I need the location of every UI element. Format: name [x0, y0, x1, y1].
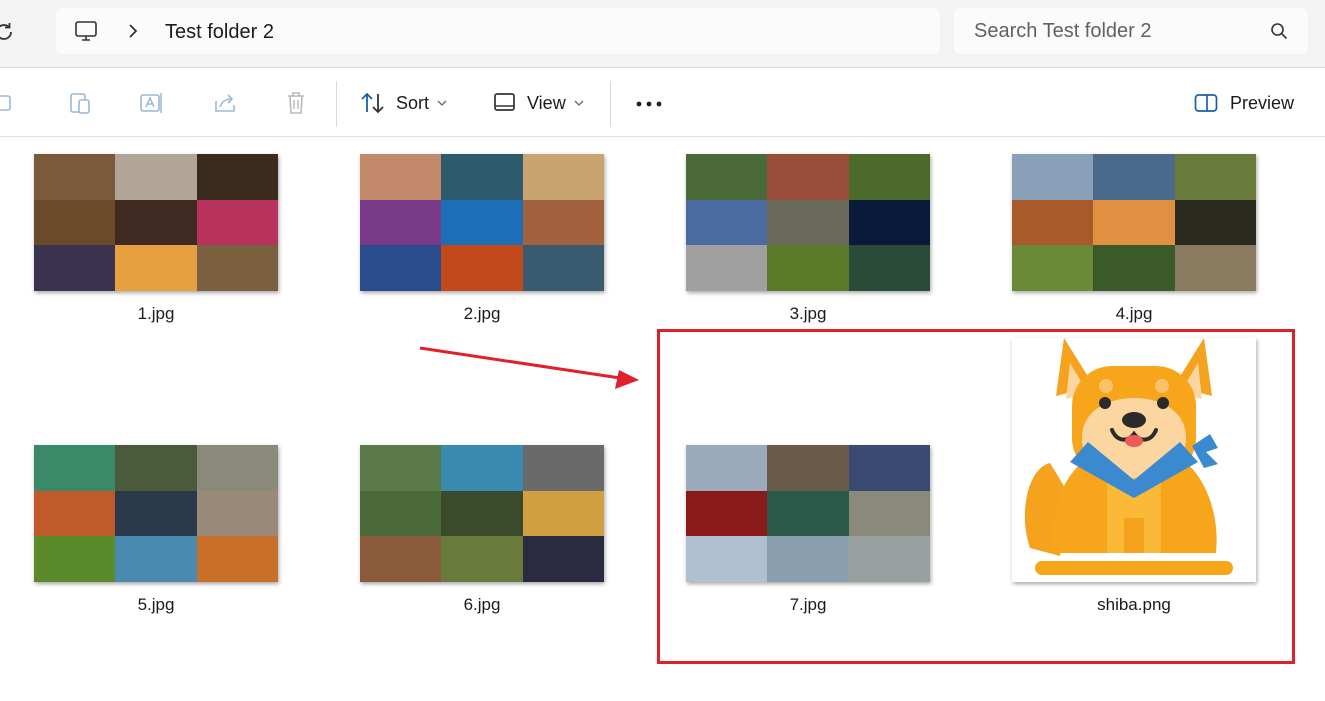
thumbnail-tile	[34, 490, 116, 537]
thumbnail-tile	[115, 154, 197, 200]
toolbar-separator	[336, 81, 337, 127]
thumbnail-tile	[1093, 245, 1175, 291]
file-thumbnail[interactable]	[360, 154, 604, 291]
thumbnail-tile	[34, 199, 116, 246]
view-label: View	[527, 92, 566, 113]
thumbnail-tile	[1174, 154, 1256, 200]
refresh-icon[interactable]	[0, 20, 16, 44]
sort-icon	[361, 92, 384, 114]
file-thumbnail[interactable]	[1012, 154, 1256, 291]
thumbnail-tile	[1174, 245, 1256, 291]
thumbnail-tile	[196, 245, 278, 291]
copy-icon[interactable]	[0, 90, 16, 116]
preview-label: Preview	[1230, 92, 1295, 113]
thumbnail-tile	[360, 154, 442, 200]
more-icon[interactable]	[636, 101, 662, 107]
view-button[interactable]: View	[493, 86, 594, 120]
thumbnail-tile	[441, 445, 523, 491]
thumbnail-tile	[441, 490, 523, 537]
thumbnail-tile	[522, 490, 604, 537]
chevron-right-icon[interactable]	[126, 22, 140, 40]
share-icon[interactable]	[212, 90, 238, 116]
thumbnail-tile	[34, 536, 116, 582]
thumbnail-tile	[115, 536, 197, 582]
thumbnail-tile	[522, 445, 604, 491]
delete-icon[interactable]	[283, 90, 309, 116]
toolbar-separator	[610, 81, 611, 127]
file-name[interactable]: 6.jpg	[360, 595, 604, 615]
breadcrumb-current[interactable]: Test folder 2	[165, 20, 274, 44]
thumbnail-tile	[115, 199, 197, 246]
thumbnail-tile	[34, 154, 116, 200]
preview-button[interactable]: Preview	[1194, 86, 1294, 120]
thumbnail-tile	[115, 445, 197, 491]
thumbnail-tile	[196, 536, 278, 582]
preview-icon	[1194, 94, 1218, 112]
search-icon[interactable]	[1270, 22, 1288, 40]
thumbnail-tile	[522, 154, 604, 200]
thumbnail-tile	[848, 245, 930, 291]
command-bar: Sort View Preview	[0, 68, 1325, 137]
thumbnail-tile	[360, 245, 442, 291]
thumbnail-tile	[522, 245, 604, 291]
thumbnail-tile	[686, 199, 768, 246]
thumbnail-tile	[441, 536, 523, 582]
thumbnail-tile	[115, 490, 197, 537]
file-name[interactable]: 5.jpg	[34, 595, 278, 615]
thumbnail-tile	[686, 245, 768, 291]
file-name[interactable]: 1.jpg	[34, 304, 278, 324]
file-thumbnail[interactable]	[34, 445, 278, 582]
thumbnail-tile	[196, 445, 278, 491]
sort-label: Sort	[396, 92, 430, 113]
thumbnail-tile	[522, 199, 604, 246]
file-name[interactable]: 4.jpg	[1012, 304, 1256, 324]
thumbnail-tile	[1093, 199, 1175, 246]
rename-icon[interactable]	[139, 90, 165, 116]
chevron-down-icon	[574, 100, 584, 106]
file-name[interactable]: 3.jpg	[686, 304, 930, 324]
thumbnail-tile	[34, 445, 116, 491]
thumbnail-tile	[34, 245, 116, 291]
thumbnail-tile	[1012, 245, 1094, 291]
thumbnail-tile	[848, 154, 930, 200]
search-box[interactable]	[954, 8, 1308, 54]
address-bar[interactable]: Test folder 2	[56, 8, 940, 54]
thumbnail-tile	[1012, 199, 1094, 246]
thumbnail-tile	[848, 199, 930, 246]
thumbnail-tile	[115, 245, 197, 291]
thumbnail-tile	[360, 199, 442, 246]
thumbnail-tile	[196, 490, 278, 537]
thumbnail-tile	[441, 245, 523, 291]
thumbnail-tile	[360, 445, 442, 491]
highlight-box	[657, 329, 1295, 664]
thumbnail-tile	[360, 536, 442, 582]
thumbnail-tile	[1093, 154, 1175, 200]
search-input[interactable]	[954, 8, 1274, 54]
thumbnail-tile	[1174, 199, 1256, 246]
thumbnail-tile	[441, 154, 523, 200]
thumbnail-tile	[196, 199, 278, 246]
arrow-annotation	[419, 346, 639, 389]
file-thumbnail[interactable]	[34, 154, 278, 291]
file-name[interactable]: 2.jpg	[360, 304, 604, 324]
title-bar: Test folder 2	[0, 0, 1325, 68]
thumbnail-tile	[360, 490, 442, 537]
paste-icon[interactable]	[67, 90, 93, 116]
view-icon	[494, 93, 515, 111]
file-thumbnail[interactable]	[360, 445, 604, 582]
thumbnail-tile	[767, 199, 849, 246]
thumbnail-tile	[196, 154, 278, 200]
sort-button[interactable]: Sort	[360, 86, 457, 120]
computer-icon[interactable]	[74, 19, 98, 43]
file-thumbnail[interactable]	[686, 154, 930, 291]
thumbnail-tile	[441, 199, 523, 246]
chevron-down-icon	[437, 100, 447, 106]
thumbnail-tile	[1012, 154, 1094, 200]
thumbnail-tile	[767, 245, 849, 291]
thumbnail-tile	[767, 154, 849, 200]
thumbnail-tile	[686, 154, 768, 200]
thumbnail-tile	[522, 536, 604, 582]
